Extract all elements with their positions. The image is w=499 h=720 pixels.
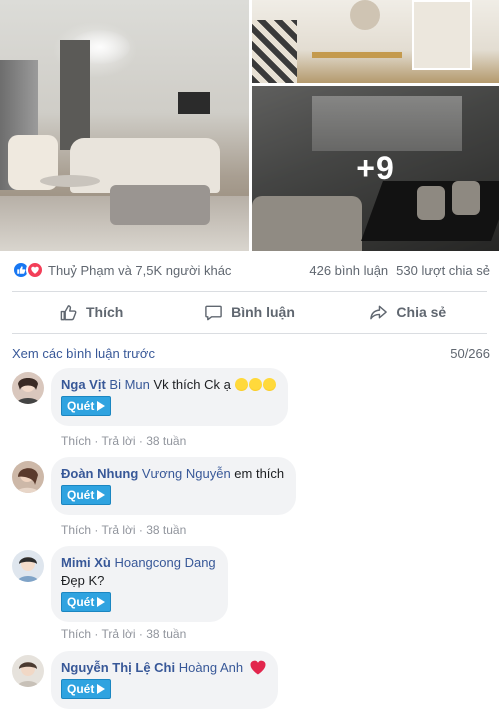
comment-bubble: Đoàn Nhung Vương Nguyễn em thích Quét [51,457,297,515]
share-icon [370,305,388,319]
heart-icon [250,660,266,675]
comment-count[interactable]: 426 bình luận [309,263,388,278]
comment-label: Bình luận [231,304,295,320]
reaction-summary: Thuỷ Phạm và 7,5K người khác 426 bình lu… [12,260,490,280]
more-photos-count[interactable]: +9 [252,86,499,251]
quet-button[interactable]: Quét [61,679,112,699]
like-label: Thích [85,304,124,320]
quet-button[interactable]: Quét [61,592,112,612]
quet-label: Quét [67,399,95,413]
laughing-emoji-icon [249,378,263,391]
comment-meta: Thích · Trả lời · 38 tuần [61,523,187,537]
patterned-chair [252,20,297,83]
like-button[interactable]: Thích [12,295,170,329]
comment-like-link[interactable]: Thích [61,523,91,537]
photo-hallway[interactable] [252,0,499,83]
share-button[interactable]: Chia sẻ [329,295,487,329]
comment-button[interactable]: Bình luận [170,295,328,329]
comment-bubble: Nguyễn Thị Lệ Chi Hoàng Anh Quét [51,651,278,709]
comment-mention[interactable]: Bi Mun [109,377,149,392]
curtain [60,40,90,150]
comment-author[interactable]: Nguyễn Thị Lệ Chi [61,660,175,675]
quet-label: Quét [67,682,95,696]
action-bar: Thích Bình luận Chia sẻ [12,295,487,329]
comment-like-link[interactable]: Thích [61,434,91,448]
laughing-emoji-icon [235,378,249,391]
reaction-names[interactable]: Thuỷ Phạm và 7,5K người khác [48,263,231,278]
comment-like-link[interactable]: Thích [61,627,91,641]
comment-author[interactable]: Nga Vịt [61,377,106,392]
view-previous-comments-link[interactable]: Xem các bình luận trước [12,346,155,361]
comment-text: Đẹp K? [61,573,105,588]
share-count[interactable]: 530 lượt chia sẻ [396,263,490,278]
comments-header: Xem các bình luận trước 50/266 [12,346,490,361]
play-icon [97,490,106,500]
comment-mention[interactable]: Vương Nguyễn [142,466,231,481]
play-icon [97,401,106,411]
tv [178,92,210,114]
photo-living-room[interactable] [0,0,249,251]
comment-time[interactable]: 38 tuần [146,523,186,537]
play-icon [97,597,106,607]
comment-time[interactable]: 38 tuần [146,434,186,448]
comment-time[interactable]: 38 tuần [146,627,186,641]
laughing-emoji-icon [263,378,277,391]
comment-reply-link[interactable]: Trả lời [101,627,135,641]
comment-text: Vk thích Ck ạ [149,377,231,392]
comment-icon [205,305,222,320]
comment-bubble: Nga Vịt Bi Mun Vk thích Ck ạ Quét [51,368,289,426]
avatar[interactable] [12,655,44,687]
avatar[interactable] [12,550,44,582]
divider [12,333,487,334]
thumbs-up-icon [60,304,77,320]
divider [12,291,487,292]
avatar[interactable] [12,372,44,404]
quet-button[interactable]: Quét [61,396,112,416]
quet-label: Quét [67,595,95,609]
quet-button[interactable]: Quét [61,485,112,505]
comment-text: em thích [230,466,285,481]
quet-label: Quét [67,488,95,502]
photo-dining-kitchen[interactable]: +9 [252,86,499,251]
comments-pagination: 50/266 [450,346,490,361]
play-icon [97,684,106,694]
comment-bubble: Mimi Xù Hoangcong Dang Đẹp K? Quét [51,546,228,622]
comment-meta: Thích · Trả lời · 38 tuần [61,627,187,641]
wall-panel [412,0,472,70]
comment-author[interactable]: Mimi Xù [61,555,111,570]
comment-reply-link[interactable]: Trả lời [101,434,135,448]
coffee-table [40,175,100,187]
photo-grid: +9 [0,0,499,251]
love-reaction-icon[interactable] [26,261,44,279]
share-label: Chia sẻ [396,304,447,320]
comment-reply-link[interactable]: Trả lời [101,523,135,537]
ottoman [110,185,210,225]
comment-author[interactable]: Đoàn Nhung [61,466,138,481]
lamp [350,0,380,30]
console-table [312,52,402,58]
comment-meta: Thích · Trả lời · 38 tuần [61,434,187,448]
comment-mention[interactable]: Hoangcong Dang [114,555,215,570]
comment-mention[interactable]: Hoàng Anh [179,660,243,675]
avatar[interactable] [12,461,44,493]
